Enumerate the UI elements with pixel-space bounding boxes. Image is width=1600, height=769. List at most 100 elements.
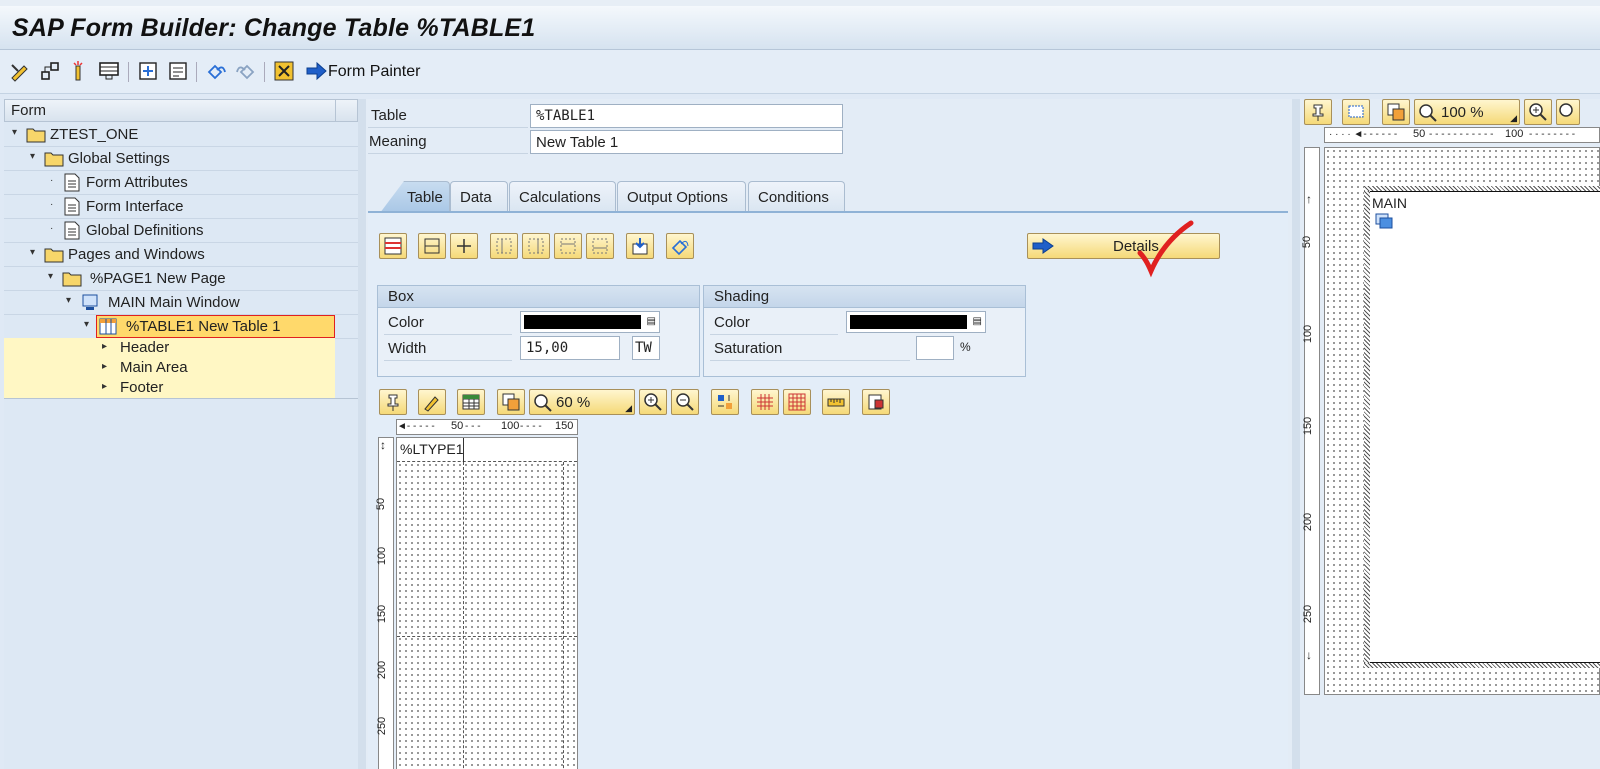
split-cell-icon[interactable]	[450, 233, 478, 259]
collapse-arrow-icon[interactable]: ▸	[102, 381, 107, 392]
line-type-label: %LTYPE1	[400, 441, 464, 457]
saturation-unit: %	[960, 340, 971, 354]
line-type-row[interactable]: %LTYPE1	[397, 438, 577, 462]
pin-icon[interactable]	[379, 389, 407, 415]
tree-node-table1-selected[interactable]: ▾ %TABLE1 New Table 1	[4, 315, 358, 339]
saturation-input[interactable]	[916, 336, 954, 360]
test-icon[interactable]	[97, 59, 121, 83]
select-area-icon[interactable]	[1342, 99, 1370, 125]
shading-color-picker[interactable]: ▤	[846, 311, 986, 333]
magnifier-icon	[534, 394, 552, 412]
form-painter-button[interactable]: Form Painter	[328, 63, 420, 81]
redo-icon[interactable]	[234, 59, 258, 83]
tree-node-header[interactable]: ▸ Header	[4, 338, 335, 358]
tab-calculations[interactable]: Calculations	[509, 181, 616, 213]
tree-node-form-attributes[interactable]: · Form Attributes	[4, 171, 358, 195]
ruler-icon[interactable]	[822, 389, 850, 415]
tree-node-pages-and-windows[interactable]: ▾ Pages and Windows	[4, 243, 358, 267]
row-line	[397, 636, 577, 637]
tree-node-label: Footer	[120, 379, 164, 396]
table-name-input[interactable]: %TABLE1	[530, 104, 843, 128]
form-check-icon[interactable]	[272, 59, 296, 83]
tree-node-main-area[interactable]: ▸ Main Area	[4, 358, 335, 378]
toolbar-separator	[196, 62, 197, 82]
eraser-icon[interactable]	[666, 233, 694, 259]
zoom-out-icon[interactable]	[671, 389, 699, 415]
main-window-box[interactable]: MAIN	[1364, 186, 1600, 668]
arrow-right-icon[interactable]	[304, 59, 328, 83]
form-zoom-select[interactable]: 100 % ◢	[1414, 99, 1520, 125]
tree-node-ztest-one[interactable]: ▾ ZTEST_ONE	[4, 123, 358, 147]
tree-node-label: Form Interface	[86, 198, 184, 215]
table-painter-canvas[interactable]: %LTYPE1	[396, 437, 578, 769]
right-splitter[interactable]	[1292, 99, 1300, 769]
edit-pencil-icon[interactable]	[8, 59, 32, 83]
insert-row-above-icon[interactable]	[554, 233, 582, 259]
align-icon[interactable]	[711, 389, 739, 415]
tree-node-label: Main Area	[120, 359, 188, 376]
hierarchy-icon[interactable]	[38, 59, 62, 83]
collapse-arrow-icon[interactable]: ▸	[102, 341, 107, 352]
ruler-tick-label: 150	[1302, 416, 1315, 436]
ruler-arrow-icon: - - -	[465, 421, 481, 432]
copy-window-icon[interactable]	[1382, 99, 1410, 125]
ruler-tick-label: 50	[451, 420, 464, 432]
tab-output-options[interactable]: Output Options	[617, 181, 746, 213]
grid-icon[interactable]	[751, 389, 779, 415]
activate-icon[interactable]	[66, 59, 90, 83]
tree-node-main-window[interactable]: ▾ MAIN Main Window	[4, 291, 358, 315]
insert-row-below-icon[interactable]	[586, 233, 614, 259]
left-splitter[interactable]	[358, 99, 366, 769]
zoom-in-icon[interactable]	[1524, 99, 1552, 125]
tree-node-page1[interactable]: ▾ %PAGE1 New Page	[4, 267, 358, 291]
meaning-input[interactable]: New Table 1	[530, 130, 843, 154]
table-layout-icon[interactable]	[379, 233, 407, 259]
ruler-arrow-icon: ↕	[380, 438, 386, 452]
expand-arrow-icon[interactable]: ▾	[84, 319, 89, 330]
form-tree-panel: Form ▾ ZTEST_ONE ▾ Global Settings · For…	[4, 99, 358, 769]
window-hatch-bottom	[1364, 663, 1600, 668]
field-list-icon[interactable]	[166, 59, 190, 83]
collapse-arrow-icon[interactable]: ▸	[102, 361, 107, 372]
expand-arrow-icon[interactable]: ▾	[30, 151, 35, 162]
tree-node-global-settings[interactable]: ▾ Global Settings	[4, 147, 358, 171]
expand-arrow-icon[interactable]: ▾	[66, 295, 71, 306]
draw-lines-icon[interactable]	[418, 233, 446, 259]
settings-icon[interactable]	[862, 389, 890, 415]
tab-table[interactable]: Table	[380, 181, 450, 213]
download-pattern-icon[interactable]	[626, 233, 654, 259]
table-grid-icon[interactable]	[457, 389, 485, 415]
tree-node-form-interface[interactable]: · Form Interface	[4, 195, 358, 219]
box-width-unit-input[interactable]: TW	[632, 336, 660, 360]
ruler-tick-label: 150	[555, 420, 574, 432]
pin-icon[interactable]	[1304, 99, 1332, 125]
tree-node-global-definitions[interactable]: · Global Definitions	[4, 219, 358, 243]
zoom-value: 100 %	[1441, 104, 1484, 121]
box-color-picker[interactable]: ▤	[520, 311, 660, 333]
fine-grid-icon[interactable]	[783, 389, 811, 415]
copy-window-icon[interactable]	[497, 389, 525, 415]
tab-data[interactable]: Data	[450, 181, 508, 213]
pencil-icon[interactable]	[418, 389, 446, 415]
window-hatch-top	[1364, 186, 1600, 191]
expand-arrow-icon[interactable]: ▾	[12, 127, 17, 138]
insert-node-icon[interactable]	[136, 59, 160, 83]
expand-arrow-icon[interactable]: ▾	[30, 247, 35, 258]
undo-icon[interactable]	[204, 59, 228, 83]
tree-node-footer[interactable]: ▸ Footer	[4, 378, 335, 398]
insert-column-left-icon[interactable]	[490, 233, 518, 259]
zoom-select[interactable]: 60 % ◢	[529, 389, 635, 415]
dropdown-icon[interactable]: ▤	[647, 316, 656, 327]
dropdown-icon[interactable]: ▤	[973, 316, 982, 327]
zoom-in-icon[interactable]	[639, 389, 667, 415]
box-color-label: Color	[388, 314, 424, 331]
zoom-out-icon[interactable]	[1556, 99, 1580, 125]
dropdown-corner-icon: ◢	[625, 403, 632, 413]
window-icon	[82, 294, 98, 310]
insert-column-right-icon[interactable]	[522, 233, 550, 259]
form-painter-canvas[interactable]: MAIN	[1324, 147, 1600, 695]
window-hatch-left	[1364, 187, 1370, 667]
expand-arrow-icon[interactable]: ▾	[48, 271, 53, 282]
tab-conditions[interactable]: Conditions	[748, 181, 845, 213]
box-width-input[interactable]: 15,00	[520, 336, 620, 360]
